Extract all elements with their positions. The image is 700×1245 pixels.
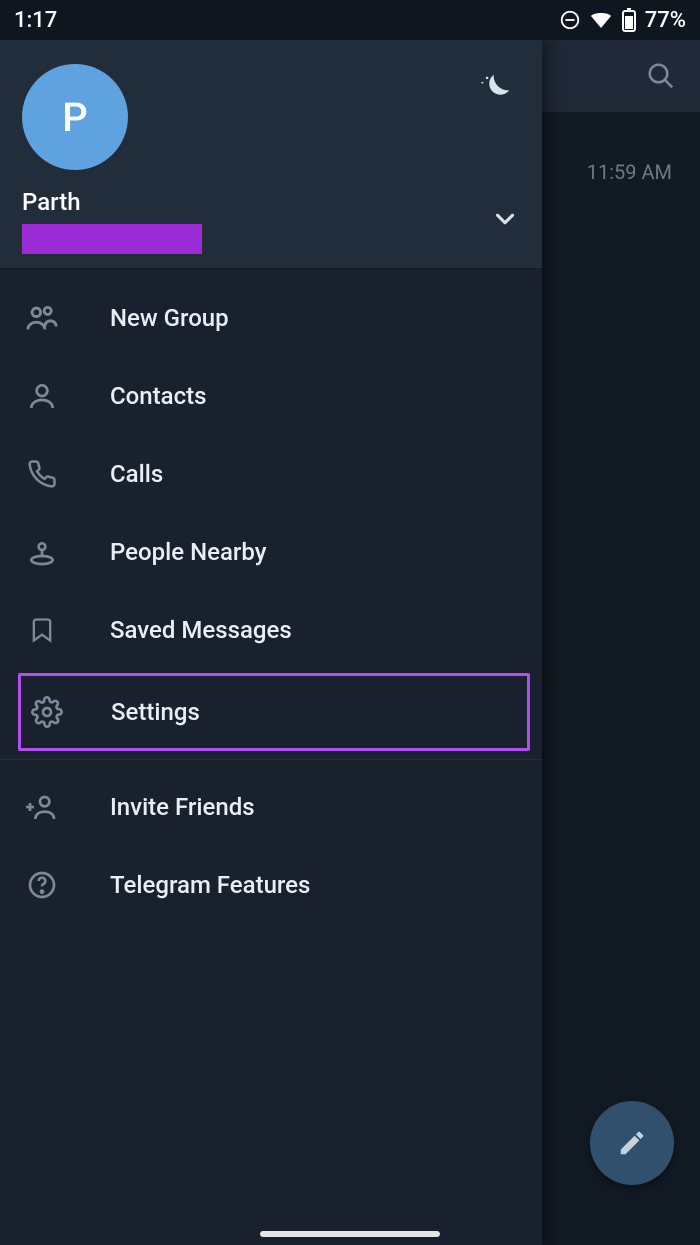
battery-percent: 77%: [645, 8, 686, 33]
drawer-header: P: [0, 40, 542, 188]
nearby-icon: [22, 536, 62, 568]
menu-settings[interactable]: Settings: [18, 673, 530, 751]
menu-label: Saved Messages: [110, 616, 292, 644]
night-mode-toggle[interactable]: [476, 70, 514, 112]
menu-label: New Group: [110, 304, 229, 332]
compose-fab[interactable]: [590, 1101, 674, 1185]
menu-contacts[interactable]: Contacts: [0, 357, 542, 435]
profile-name: Parth: [22, 188, 202, 216]
moon-icon: [476, 70, 514, 108]
phone-icon: [22, 459, 62, 489]
status-time: 1:17: [14, 8, 57, 33]
help-icon: [22, 869, 62, 901]
group-icon: [22, 301, 62, 335]
menu-invite-friends[interactable]: Invite Friends: [0, 768, 542, 846]
gear-icon: [27, 696, 67, 728]
do-not-disturb-icon: [559, 9, 581, 31]
menu-divider: [0, 759, 542, 760]
menu-label: Settings: [111, 698, 200, 726]
menu-people-nearby[interactable]: People Nearby: [0, 513, 542, 591]
pencil-icon: [617, 1128, 647, 1158]
expand-accounts[interactable]: [490, 204, 520, 238]
menu-new-group[interactable]: New Group: [0, 279, 542, 357]
avatar-initial: P: [62, 94, 88, 141]
account-selector[interactable]: Parth: [0, 188, 542, 269]
person-icon: [22, 380, 62, 412]
search-icon[interactable]: [646, 61, 676, 91]
drawer-menu: New Group Contacts Calls People Nearby S: [0, 269, 542, 924]
status-bar: 1:17 77%: [0, 0, 700, 40]
navigation-drawer: P Parth New Group Contacts: [0, 40, 542, 1245]
menu-label: People Nearby: [110, 538, 266, 566]
menu-saved-messages[interactable]: Saved Messages: [0, 591, 542, 669]
chevron-down-icon: [490, 204, 520, 234]
menu-label: Calls: [110, 460, 163, 488]
wifi-icon: [589, 10, 613, 30]
status-icons: 77%: [559, 8, 686, 33]
chat-timestamp: 11:59 AM: [587, 160, 672, 184]
bookmark-icon: [22, 615, 62, 645]
menu-telegram-features[interactable]: Telegram Features: [0, 846, 542, 924]
menu-label: Contacts: [110, 382, 206, 410]
menu-label: Telegram Features: [110, 871, 310, 899]
menu-label: Invite Friends: [110, 793, 255, 821]
home-indicator[interactable]: [260, 1231, 440, 1237]
add-person-icon: [22, 791, 62, 823]
battery-icon: [621, 8, 637, 32]
profile-phone-redacted: [22, 224, 202, 254]
avatar[interactable]: P: [22, 64, 128, 170]
menu-calls[interactable]: Calls: [0, 435, 542, 513]
